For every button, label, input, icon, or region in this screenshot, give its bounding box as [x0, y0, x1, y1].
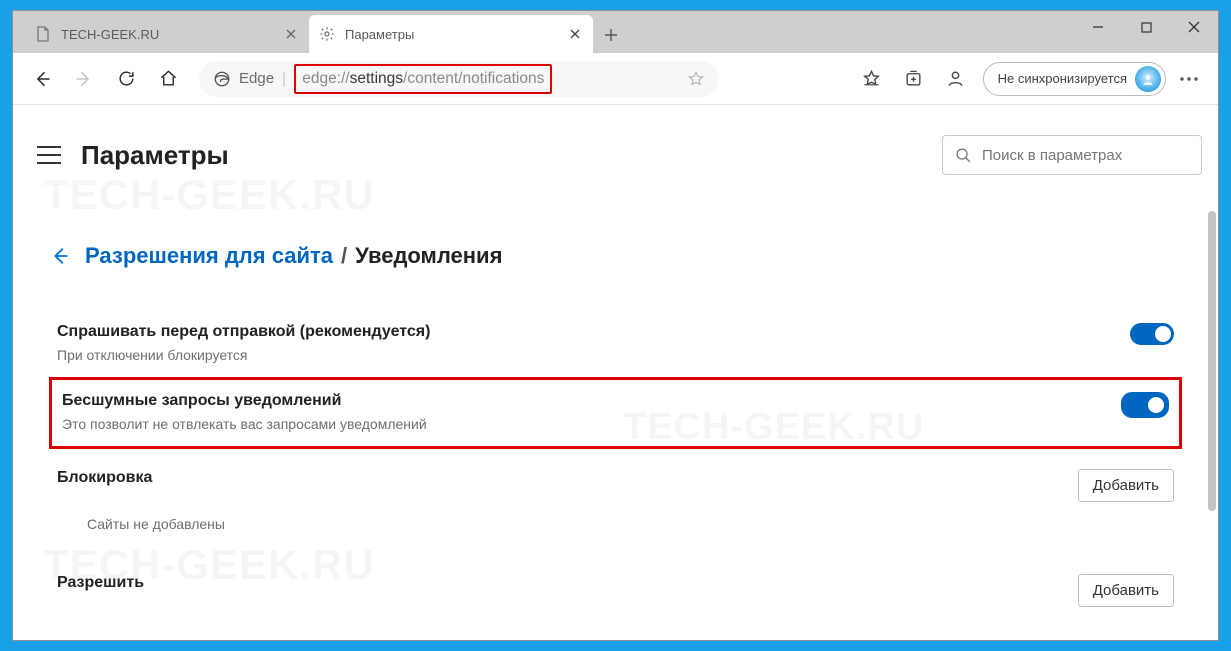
- block-empty-text: Сайты не добавлены: [57, 516, 225, 532]
- setting-block: Блокировка Добавить: [49, 449, 1182, 516]
- forward-button[interactable]: [65, 60, 103, 98]
- setting-ask-before-send: Спрашивать перед отправкой (рекомендуетс…: [49, 311, 1182, 377]
- content-area: Параметры Поиск в параметрах Разрешения …: [13, 105, 1218, 640]
- setting-silent-requests: Бесшумные запросы уведомлений Это позвол…: [49, 377, 1182, 449]
- setting-label: Спрашивать перед отправкой (рекомендуетс…: [57, 323, 1130, 341]
- scrollbar[interactable]: [1208, 211, 1216, 511]
- toolbar-actions: Не синхронизируется: [853, 60, 1208, 98]
- separator: |: [282, 70, 286, 88]
- edge-icon: [213, 70, 231, 88]
- search-placeholder: Поиск в параметрах: [982, 147, 1122, 164]
- overflow-menu-button[interactable]: [1170, 60, 1208, 98]
- settings-header: Параметры Поиск в параметрах: [29, 105, 1202, 197]
- avatar: [1135, 66, 1161, 92]
- breadcrumb-separator: /: [341, 243, 347, 269]
- sync-button[interactable]: Не синхронизируется: [983, 62, 1166, 96]
- toggle-ask[interactable]: [1130, 323, 1174, 345]
- gear-icon: [319, 26, 335, 42]
- maximize-button[interactable]: [1122, 11, 1170, 43]
- tab-settings[interactable]: Параметры: [309, 15, 593, 53]
- minimize-button[interactable]: [1074, 11, 1122, 43]
- breadcrumb-current: Уведомления: [355, 243, 502, 269]
- add-block-button[interactable]: Добавить: [1078, 469, 1174, 502]
- toggle-silent[interactable]: [1121, 392, 1169, 418]
- address-brand: Edge: [239, 70, 274, 87]
- setting-allow: Разрешить Добавить: [49, 546, 1182, 621]
- settings-page: Параметры Поиск в параметрах Разрешения …: [13, 105, 1218, 640]
- back-button[interactable]: [23, 60, 61, 98]
- setting-label: Разрешить: [57, 574, 1078, 592]
- new-tab-button[interactable]: [593, 17, 629, 53]
- breadcrumb: Разрешения для сайта / Уведомления: [49, 243, 1182, 269]
- favorite-icon[interactable]: [687, 70, 705, 88]
- block-empty: Сайты не добавлены: [49, 516, 1182, 546]
- settings-search[interactable]: Поиск в параметрах: [942, 135, 1202, 175]
- close-icon[interactable]: [567, 26, 583, 42]
- page-title: Параметры: [81, 140, 229, 171]
- setting-label: Бесшумные запросы уведомлений: [62, 392, 1121, 410]
- setting-description: При отключении блокируется: [57, 347, 1130, 363]
- tabstrip: TECH-GEEK.RU Параметры: [13, 11, 1218, 53]
- close-icon[interactable]: [283, 26, 299, 42]
- collections-button[interactable]: [895, 60, 933, 98]
- address-bar[interactable]: Edge | edge://settings/content/notificat…: [199, 61, 719, 97]
- profile-icon[interactable]: [937, 60, 975, 98]
- toolbar: Edge | edge://settings/content/notificat…: [13, 53, 1218, 105]
- add-allow-button[interactable]: Добавить: [1078, 574, 1174, 607]
- sync-label: Не синхронизируется: [998, 71, 1127, 86]
- search-icon: [955, 147, 972, 164]
- hamburger-icon[interactable]: [37, 146, 61, 164]
- window-controls: [1074, 11, 1218, 43]
- tab-label: TECH-GEEK.RU: [61, 27, 159, 42]
- page-icon: [35, 26, 51, 42]
- breadcrumb-back-icon[interactable]: [49, 245, 71, 267]
- browser-window: TECH-GEEK.RU TECH-GEEK.RU TECH-GEEK.RU T…: [12, 10, 1219, 641]
- favorites-button[interactable]: [853, 60, 891, 98]
- tab-techgeek[interactable]: TECH-GEEK.RU: [25, 15, 309, 53]
- url-display: edge://settings/content/notifications: [294, 64, 552, 94]
- reload-button[interactable]: [107, 60, 145, 98]
- setting-label: Блокировка: [57, 469, 1078, 487]
- settings-body: Разрешения для сайта / Уведомления Спраш…: [29, 197, 1202, 621]
- setting-description: Это позволит не отвлекать вас запросами …: [62, 416, 1121, 432]
- home-button[interactable]: [149, 60, 187, 98]
- close-button[interactable]: [1170, 11, 1218, 43]
- tab-label: Параметры: [345, 27, 414, 42]
- breadcrumb-parent[interactable]: Разрешения для сайта: [85, 243, 333, 269]
